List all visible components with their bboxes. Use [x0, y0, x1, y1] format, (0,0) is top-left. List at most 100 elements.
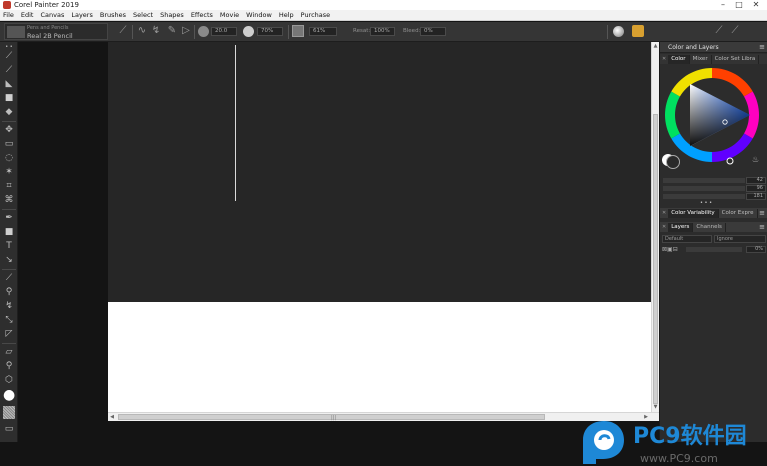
divider	[194, 25, 195, 39]
horizontal-scrollbar[interactable]: ◀ ||| ▶	[108, 412, 659, 421]
gradient-tool-icon[interactable]: ■	[3, 93, 15, 104]
close-tab-icon[interactable]: ✕	[660, 210, 668, 216]
tab-mixer[interactable]: Mixer	[690, 54, 712, 64]
close-tab-icon[interactable]: ✕	[660, 224, 668, 230]
menu-purchase[interactable]: Purchase	[298, 10, 335, 21]
toolbox: • • ⟋ ⟋ ◣ ■ ◆ ✥ ▭ ◌ ✶ ⌗ ⌘ ✒ ■ T ↘ ⟋ ⚲ ↯ …	[0, 42, 18, 442]
tab-layers[interactable]: Layers	[668, 222, 694, 232]
menu-help[interactable]: Help	[276, 10, 298, 21]
panel-menu-icon[interactable]: ≡	[759, 42, 765, 53]
pencil-stroke	[235, 45, 236, 201]
magnifier-tool-icon[interactable]: ⚲	[3, 361, 15, 372]
magic-wand-tool-icon[interactable]: ✶	[3, 167, 15, 178]
dodge-tool-icon[interactable]: ↯	[3, 301, 15, 312]
brush-ghost-icon[interactable]	[632, 25, 644, 37]
layer-lock-icons[interactable]: ⊠▣⊟	[662, 246, 678, 253]
media-selector-icon[interactable]: ▭	[3, 424, 15, 435]
grain-field[interactable]: 61%	[309, 27, 337, 36]
scroll-down-icon[interactable]: ▼	[652, 403, 659, 411]
dropper-tool-icon[interactable]: ⟋	[3, 65, 15, 76]
menu-edit[interactable]: Edit	[18, 10, 38, 21]
freehand-stroke-icon[interactable]: ∿	[136, 25, 148, 37]
menu-effects[interactable]: Effects	[188, 10, 217, 21]
brush-variant: Real 2B Pencil	[27, 32, 73, 40]
paint-bucket-tool-icon[interactable]: ◣	[3, 79, 15, 90]
divider	[2, 209, 16, 210]
stroke-attributes-icon[interactable]: ✎	[166, 25, 178, 37]
scroll-up-icon[interactable]: ▲	[652, 42, 659, 50]
composite-method-select[interactable]: Default	[662, 235, 712, 243]
menu-canvas[interactable]: Canvas	[37, 10, 68, 21]
panel-menu-icon[interactable]: ≡	[759, 223, 765, 231]
menu-layers[interactable]: Layers	[68, 10, 97, 21]
vertical-scroll-thumb[interactable]	[653, 114, 658, 404]
close-tab-icon[interactable]: ✕	[660, 56, 668, 62]
brush-tool-icon[interactable]: ⟋	[3, 51, 15, 62]
main-color-swatch-icon[interactable]: ●	[3, 387, 15, 403]
more-options[interactable]: • • •	[700, 200, 712, 206]
maximize-button[interactable]: □	[733, 0, 745, 10]
cloner-tool-icon[interactable]: ⟋	[3, 273, 15, 284]
layer-adjuster-tool-icon[interactable]: ✥	[3, 125, 15, 136]
kaleidoscope-icon[interactable]: ⟋	[729, 25, 741, 37]
scroll-left-icon[interactable]: ◀	[108, 413, 116, 421]
play-stroke-icon[interactable]: ▷	[180, 25, 192, 37]
menu-select[interactable]: Select	[130, 10, 157, 21]
horizontal-scroll-thumb[interactable]: |||	[118, 414, 545, 421]
straight-line-icon[interactable]: ↯	[150, 25, 162, 37]
main-color-icon[interactable]	[666, 155, 680, 169]
color-options-icon[interactable]: ♨	[752, 155, 759, 164]
panel-menu-icon[interactable]: ≡	[759, 209, 765, 217]
green-slider[interactable]	[663, 186, 745, 191]
blue-value[interactable]: 181	[746, 193, 766, 200]
transform-tool-icon[interactable]: ▭	[3, 139, 15, 150]
minimize-button[interactable]: –	[717, 0, 729, 10]
red-value[interactable]: 42	[746, 177, 766, 184]
size-field[interactable]: 20.0	[211, 27, 237, 36]
shape-select-tool-icon[interactable]: ↘	[3, 255, 15, 266]
pen-tool-icon[interactable]: ✒	[3, 213, 15, 224]
layer-opacity-value[interactable]: 0%	[746, 246, 766, 253]
tab-color-variability[interactable]: Color Variability	[668, 208, 719, 218]
resat-field[interactable]: 100%	[370, 27, 395, 36]
vertical-scrollbar[interactable]: ▲ ▼	[651, 42, 659, 412]
rectangle-tool-icon[interactable]: ■	[3, 227, 15, 238]
tab-color-set-libraries[interactable]: Color Set Libra	[712, 54, 760, 64]
tab-color-expression[interactable]: Color Expre	[719, 208, 758, 218]
green-value[interactable]: 96	[746, 185, 766, 192]
brush-selector[interactable]: Pens and Pencils Real 2B Pencil	[4, 23, 108, 40]
opacity-field[interactable]: 70%	[257, 27, 283, 36]
blue-slider[interactable]	[663, 194, 745, 199]
lasso-tool-icon[interactable]: ◌	[3, 153, 15, 164]
menu-shapes[interactable]: Shapes	[157, 10, 188, 21]
reset-tool-icon[interactable]: ⟋	[117, 25, 129, 37]
eraser-tool-icon[interactable]: ◆	[3, 107, 15, 118]
hue-picker[interactable]	[726, 157, 734, 165]
menu-file[interactable]: File	[0, 10, 18, 21]
menu-movie[interactable]: Movie	[217, 10, 243, 21]
rotate-page-tool-icon[interactable]: ⬡	[3, 375, 15, 386]
menu-window[interactable]: Window	[243, 10, 276, 21]
layer-opacity-slider[interactable]	[686, 247, 742, 252]
mirror-tool-icon[interactable]: ◸	[3, 329, 15, 340]
red-slider[interactable]	[663, 178, 745, 183]
tab-color[interactable]: Color	[668, 54, 690, 64]
crop-tool-icon[interactable]: ⌗	[3, 181, 15, 192]
grabber-tool-icon[interactable]: ▱	[3, 347, 15, 358]
rubber-stamp-tool-icon[interactable]: ⚲	[3, 287, 15, 298]
window-title: Corel Painter 2019	[14, 1, 79, 9]
text-tool-icon[interactable]: T	[3, 241, 15, 252]
perspective-tool-icon[interactable]: ⌘	[3, 195, 15, 206]
canvas-paper[interactable]	[108, 302, 651, 412]
burn-tool-icon[interactable]: ⤡	[3, 315, 15, 326]
dab-preview-icon[interactable]	[613, 26, 624, 37]
divider	[2, 121, 16, 122]
paper-swatch-icon[interactable]	[3, 406, 15, 419]
close-button[interactable]: ✕	[750, 0, 762, 10]
menu-brushes[interactable]: Brushes	[97, 10, 130, 21]
composite-depth-select[interactable]: Ignore	[714, 235, 766, 243]
mirror-painting-icon[interactable]: ⟋	[713, 25, 725, 37]
bleed-field[interactable]: 0%	[420, 27, 446, 36]
title-bar: Corel Painter 2019 – □ ✕	[0, 0, 767, 10]
tab-channels[interactable]: Channels	[693, 222, 726, 232]
